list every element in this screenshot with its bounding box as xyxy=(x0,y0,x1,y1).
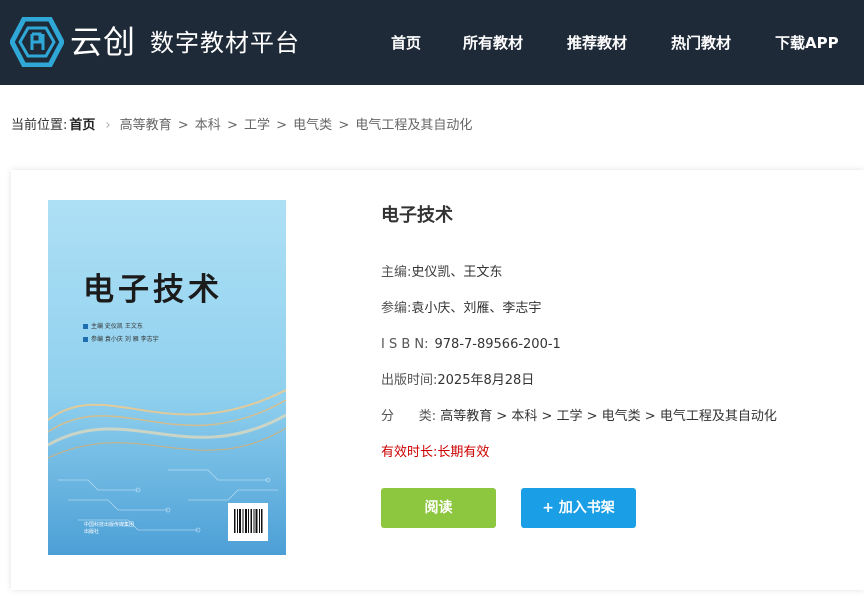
nav-home[interactable]: 首页 xyxy=(391,31,421,55)
nav-popular-textbooks[interactable]: 热门教材 xyxy=(671,31,731,55)
breadcrumb-item[interactable]: 高等教育 xyxy=(120,118,172,133)
cover-editors: 主编 史仪凯 王文东 xyxy=(83,323,143,331)
breadcrumb-home[interactable]: 首页 xyxy=(69,118,95,133)
breadcrumb-item[interactable]: 电气类 xyxy=(293,118,332,133)
nav-download-app[interactable]: 下载APP xyxy=(775,31,839,55)
meta-isbn: I S B N: 978-7-89566-200-1 xyxy=(381,337,561,352)
breadcrumb-separator: > xyxy=(272,118,292,133)
breadcrumb-separator: > xyxy=(334,118,354,133)
barcode-icon xyxy=(228,503,268,541)
top-navbar: 云创 数字教材平台 首页 所有教材 推荐教材 热门教材 下载APP xyxy=(0,0,864,85)
book-cover[interactable]: 电子技术 主编 史仪凯 王文东 参编 袁小庆 刘 雁 李志宇 中国科技出版传媒集… xyxy=(48,200,286,555)
meta-editors: 主编:史仪凯、王文东 xyxy=(381,265,503,280)
cover-publisher: 中国科技出版传媒集团 出版社 xyxy=(84,522,135,535)
breadcrumb-item[interactable]: 本科 xyxy=(195,118,221,133)
read-button[interactable]: 阅读 xyxy=(381,488,496,528)
meta-contributors: 参编:袁小庆、刘雁、李志宇 xyxy=(381,301,542,316)
chevron-right-icon: › xyxy=(105,118,111,133)
meta-category: 分 类: 高等教育 > 本科 > 工学 > 电气类 > 电气工程及其自动化 xyxy=(381,409,777,424)
cover-title: 电子技术 xyxy=(83,272,223,308)
cover-contributors: 参编 袁小庆 刘 雁 李志宇 xyxy=(83,336,159,344)
breadcrumb-label: 当前位置: xyxy=(11,118,68,133)
add-to-shelf-button[interactable]: + 加入书架 xyxy=(521,488,636,528)
nav-recommended-textbooks[interactable]: 推荐教材 xyxy=(567,31,627,55)
meta-validity: 有效时长:长期有效 xyxy=(381,445,490,460)
breadcrumb-item[interactable]: 工学 xyxy=(244,118,270,133)
breadcrumb-item[interactable]: 电气工程及其自动化 xyxy=(355,118,472,133)
cover-artwork xyxy=(48,200,286,555)
meta-publish-date: 出版时间:2025年8月28日 xyxy=(381,373,535,388)
breadcrumb-separator: > xyxy=(173,118,193,133)
main-nav: 首页 所有教材 推荐教材 热门教材 下载APP xyxy=(0,31,864,55)
nav-all-textbooks[interactable]: 所有教材 xyxy=(463,31,523,55)
book-title: 电子技术 xyxy=(381,205,453,226)
breadcrumb-separator: > xyxy=(222,118,242,133)
breadcrumb: 当前位置: 首页 › 高等教育 > 本科 > 工学 > 电气类 > 电气工程及其自动化 xyxy=(11,116,472,136)
